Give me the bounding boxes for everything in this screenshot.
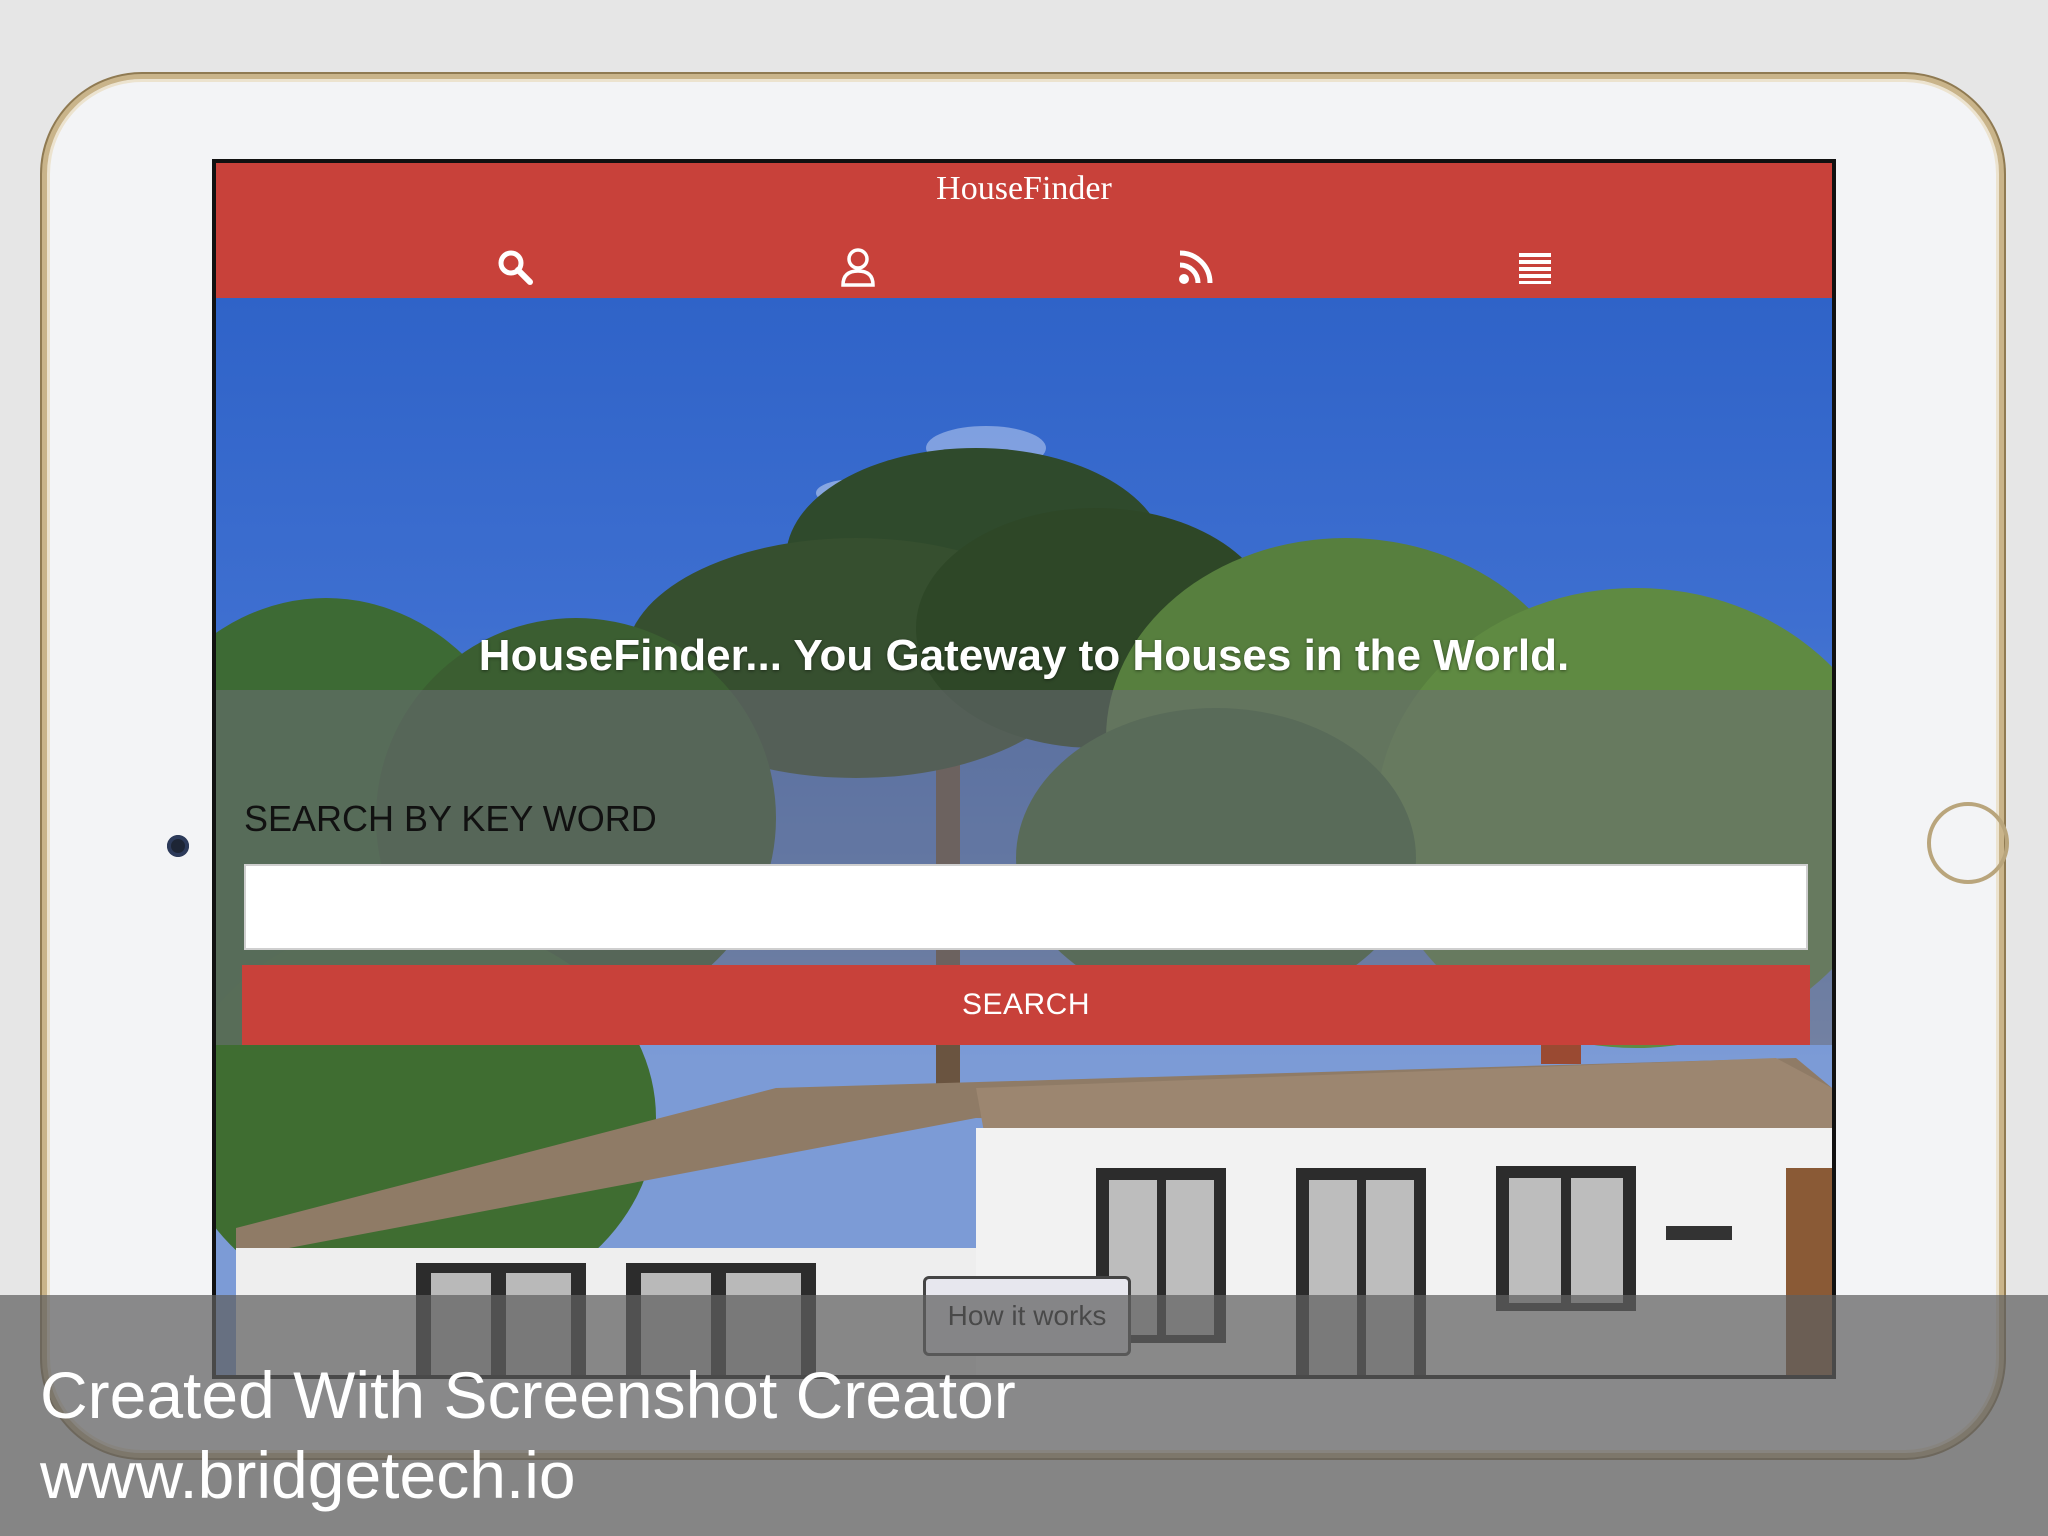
- app-screen: HouseFinder HouseFinder... You Gateway t…: [212, 159, 1836, 1379]
- hero-section: HouseFinder... You Gateway to Houses in …: [216, 298, 1832, 1375]
- front-camera: [167, 835, 189, 857]
- nav-menu[interactable]: [1513, 245, 1557, 289]
- top-navigation-bar: HouseFinder: [216, 163, 1832, 298]
- brand-title[interactable]: HouseFinder: [216, 163, 1832, 215]
- menu-icon: [1519, 253, 1551, 284]
- nav-search[interactable]: [493, 245, 537, 289]
- search-label: SEARCH BY KEY WORD: [244, 798, 657, 839]
- search-button[interactable]: SEARCH: [242, 965, 1810, 1045]
- nav-profile[interactable]: [836, 245, 880, 289]
- user-icon: [841, 248, 875, 287]
- home-button[interactable]: [1927, 802, 2009, 884]
- search-icon: [498, 250, 533, 285]
- watermark-band: Created With Screenshot Creator www.brid…: [0, 1295, 2048, 1536]
- watermark-line-2: www.bridgetech.io: [40, 1438, 576, 1512]
- nav-feed[interactable]: [1174, 245, 1218, 289]
- rss-icon: [1179, 250, 1213, 284]
- search-input[interactable]: [244, 864, 1808, 950]
- watermark-line-1: Created With Screenshot Creator: [40, 1358, 1016, 1432]
- hero-headline: HouseFinder... You Gateway to Houses in …: [478, 631, 1570, 680]
